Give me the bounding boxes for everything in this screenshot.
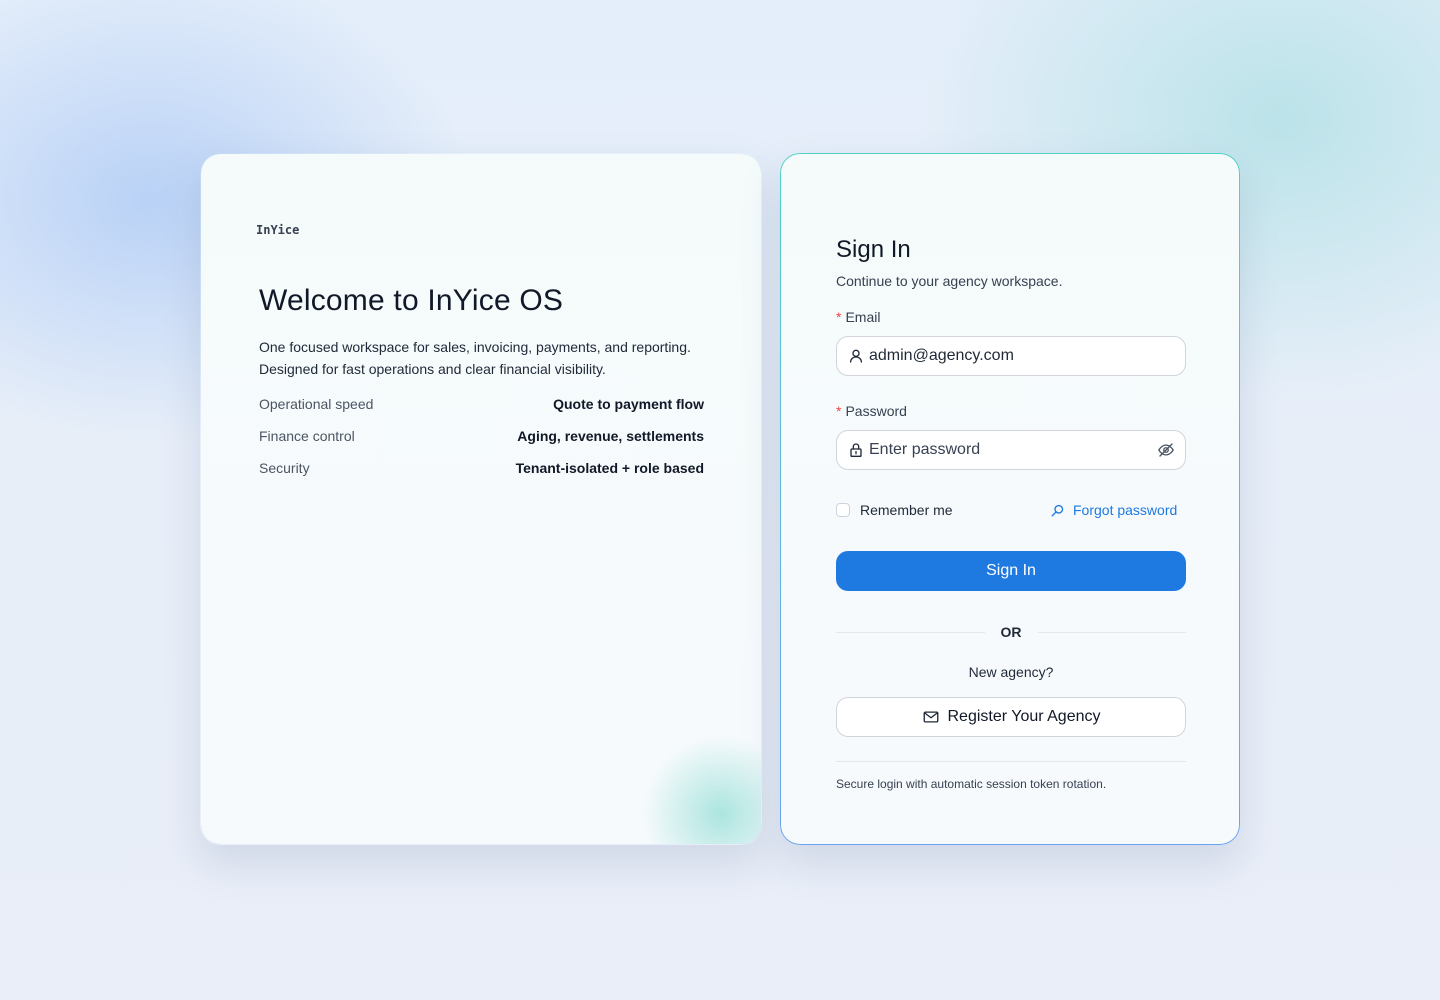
password-input[interactable] — [869, 431, 1157, 469]
signin-title: Sign In — [836, 236, 911, 263]
lock-icon — [850, 443, 862, 457]
divider-line — [836, 631, 985, 633]
welcome-title: Welcome to InYice OS — [259, 284, 564, 317]
feature-row: Operational speed Quote to payment flow — [259, 394, 704, 426]
feature-label: Security — [259, 460, 310, 476]
feature-value: Aging, revenue, settlements — [517, 428, 704, 444]
welcome-description-line: Designed for fast operations and clear f… — [259, 361, 606, 377]
remember-me-checkbox[interactable] — [836, 503, 850, 517]
password-label: * Password — [836, 403, 907, 419]
welcome-description-line: One focused workspace for sales, invoici… — [259, 339, 691, 355]
feature-row: Finance control Aging, revenue, settleme… — [259, 426, 704, 458]
email-field-wrapper — [836, 336, 1186, 376]
email-label-text: Email — [845, 309, 881, 325]
remember-me-label: Remember me — [860, 502, 953, 518]
register-agency-label: Register Your Agency — [947, 708, 1101, 725]
or-divider: OR — [836, 624, 1186, 640]
welcome-card: InYice Welcome to InYice OS One focused … — [200, 153, 762, 845]
footer-divider — [836, 761, 1186, 762]
signin-card: Sign In Continue to your agency workspac… — [780, 153, 1240, 845]
user-icon — [850, 349, 862, 363]
welcome-description: One focused workspace for sales, invoici… — [259, 336, 729, 380]
security-note: Secure login with automatic session toke… — [836, 777, 1107, 791]
feature-row: Security Tenant-isolated + role based — [259, 458, 704, 490]
decorative-glow — [641, 734, 761, 844]
feature-list: Operational speed Quote to payment flow … — [259, 394, 704, 490]
brand-logo: InYice — [256, 223, 300, 237]
password-field-wrapper — [836, 430, 1186, 470]
search-key-icon — [1051, 504, 1064, 516]
email-label: * Email — [836, 309, 880, 325]
remember-me[interactable]: Remember me — [836, 502, 953, 518]
feature-value: Tenant-isolated + role based — [515, 460, 704, 476]
feature-value: Quote to payment flow — [553, 396, 704, 412]
password-label-text: Password — [845, 403, 907, 419]
feature-label: Finance control — [259, 428, 355, 444]
required-mark: * — [836, 309, 842, 325]
mail-icon — [923, 711, 938, 723]
divider-line — [1037, 631, 1186, 633]
forgot-password-label: Forgot password — [1073, 502, 1178, 518]
eye-off-icon[interactable] — [1157, 441, 1175, 459]
register-agency-button[interactable]: Register Your Agency — [836, 697, 1186, 737]
signin-subtitle: Continue to your agency workspace. — [836, 273, 1063, 289]
required-mark: * — [836, 403, 842, 419]
or-label: OR — [1000, 624, 1022, 640]
sign-in-button[interactable]: Sign In — [836, 551, 1186, 591]
forgot-password-link[interactable]: Forgot password — [1050, 502, 1177, 518]
new-agency-text: New agency? — [968, 664, 1054, 680]
feature-label: Operational speed — [259, 396, 374, 412]
email-input[interactable] — [869, 337, 1175, 375]
